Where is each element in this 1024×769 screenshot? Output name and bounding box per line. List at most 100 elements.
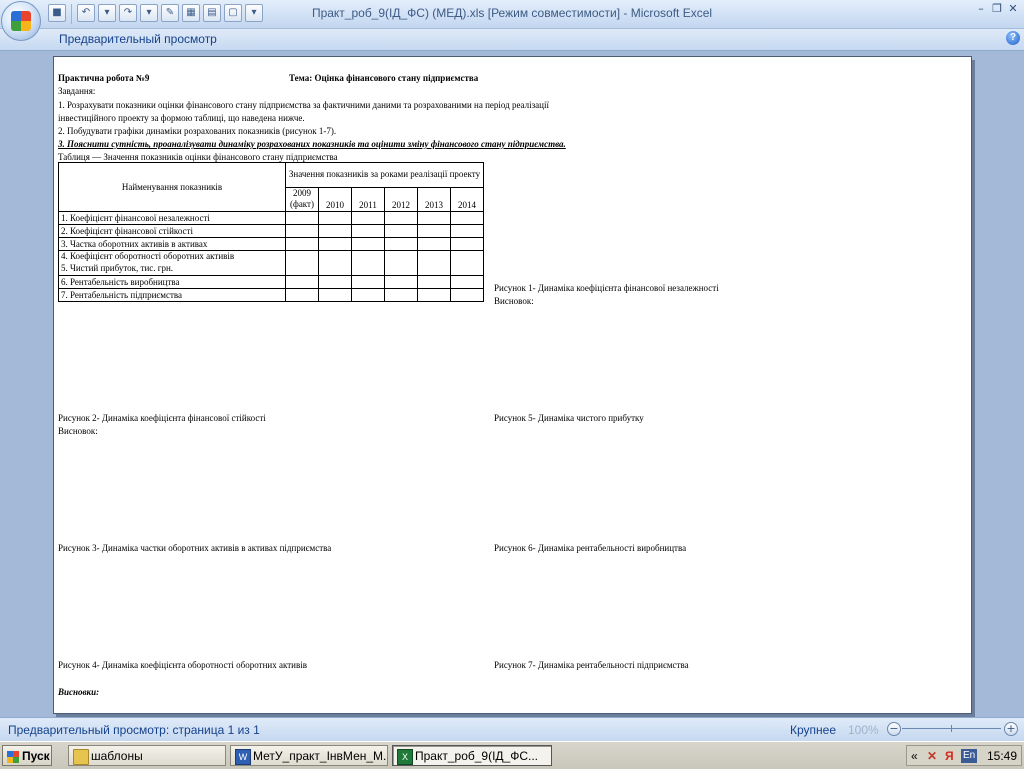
clock: 15:49	[987, 749, 1018, 763]
system-tray: « ✕ Я En 15:49	[906, 745, 1022, 766]
row-label: 6. Рентабельність виробництва	[58, 275, 286, 289]
figure-3-caption: Рисунок 3- Динаміка частки оборотних акт…	[58, 543, 332, 553]
zoom-slider[interactable]	[902, 725, 1001, 732]
zoom-slider-tick	[951, 725, 952, 732]
table-row: 3. Частка оборотних активів в активах	[58, 237, 484, 251]
row-label: 7. Рентабельність підприємства	[58, 288, 286, 302]
figure-7-caption: Рисунок 7- Динаміка рентабельності підпр…	[494, 660, 689, 670]
work-topic: Тема: Оцінка фінансового стану підприємс…	[289, 73, 479, 83]
row-label-combined: 4. Коефіцієнт оборотності оборотних акти…	[58, 250, 286, 276]
value-cell	[351, 288, 385, 302]
zoom-out-icon[interactable]: −	[887, 722, 901, 736]
value-cell	[384, 224, 418, 238]
minimize-icon[interactable]: –	[974, 2, 988, 16]
status-text: Предварительный просмотр: страница 1 из …	[8, 723, 260, 737]
value-cell	[351, 275, 385, 289]
value-cell	[450, 288, 484, 302]
window-title: Практ_роб_9(ІД_ФС) (МЕД).xls [Режим совм…	[311, 6, 713, 20]
row-label: 4. Коефіцієнт оборотності оборотних акти…	[61, 251, 235, 261]
value-cell	[351, 237, 385, 251]
value-cell	[351, 224, 385, 238]
taskbar-button-excel[interactable]: X Практ_роб_9(ІД_ФС...	[392, 745, 552, 766]
value-cell	[285, 211, 319, 225]
task-1-line-2: інвестиційного проекту за формою таблиці…	[58, 113, 305, 123]
value-cell	[450, 211, 484, 225]
value-cell	[318, 224, 352, 238]
year-cell: 2010	[318, 186, 352, 212]
value-cell	[417, 224, 451, 238]
windows-flag-icon	[7, 750, 19, 763]
figure-4-caption: Рисунок 4- Динаміка коефіцієнта оборотно…	[58, 660, 307, 670]
value-cell	[384, 275, 418, 289]
preview-page[interactable]: Практична робота №9 Тема: Оцінка фінансо…	[53, 56, 972, 714]
restore-icon[interactable]: ❐	[990, 2, 1004, 16]
start-button[interactable]: Пуск	[2, 745, 52, 766]
figure-2-conclusion: Висновок:	[58, 426, 98, 436]
help-icon[interactable]: ?	[1006, 31, 1020, 45]
value-cell	[351, 250, 385, 276]
close-icon[interactable]: ✕	[1006, 2, 1020, 16]
taskbar-button-folder[interactable]: шаблоны	[68, 745, 226, 766]
table-caption: Таблиця — Значення показників оцінки фін…	[58, 152, 338, 162]
value-cell	[384, 250, 418, 276]
values-header-cell: Значення показників за роками реалізації…	[285, 162, 484, 188]
table-header-row: Найменування показників Значення показни…	[58, 162, 484, 212]
zoom-label[interactable]: Крупнее	[790, 723, 836, 737]
taskbar-button-word[interactable]: W МетУ_практ_ІнвМен_М...	[230, 745, 388, 766]
table-row: 1. Коефіцієнт фінансової незалежності	[58, 211, 484, 225]
value-cell	[318, 237, 352, 251]
ribbon-bar: Предварительный просмотр ?	[0, 29, 1024, 51]
excel-doc-icon: X	[397, 749, 413, 765]
figure-6-caption: Рисунок 6- Динаміка рентабельності вироб…	[494, 543, 687, 553]
zoom-value: 100%	[848, 723, 879, 737]
value-cell	[318, 275, 352, 289]
value-cell	[285, 224, 319, 238]
taskbar-button-label: Практ_роб_9(ІД_ФС...	[415, 749, 539, 763]
year-cell: 2012	[384, 186, 418, 212]
work-title: Практична робота №9	[58, 73, 150, 83]
table-row: 2. Коефіцієнт фінансової стійкості	[58, 224, 484, 238]
tab-print-preview[interactable]: Предварительный просмотр	[59, 32, 217, 46]
value-cell	[318, 211, 352, 225]
value-cell	[285, 288, 319, 302]
row-label: 2. Коефіцієнт фінансової стійкості	[58, 224, 286, 238]
value-cell	[285, 237, 319, 251]
value-cell	[417, 250, 451, 276]
tray-app-icon[interactable]: ✕	[927, 746, 937, 766]
value-cell	[450, 250, 484, 276]
office-button[interactable]	[1, 1, 41, 41]
tray-expand-icon[interactable]: «	[911, 746, 918, 766]
row-label: 3. Частка оборотних активів в активах	[58, 237, 286, 251]
yandex-icon[interactable]: Я	[945, 746, 954, 766]
value-cell	[417, 288, 451, 302]
task-heading: Завдання:	[58, 86, 96, 96]
table-row: 7. Рентабельність підприємства	[58, 288, 484, 302]
task-1-line-1: 1. Розрахувати показники оцінки фінансов…	[58, 100, 549, 110]
value-cell	[351, 211, 385, 225]
start-label: Пуск	[22, 749, 50, 763]
table-row: 6. Рентабельність виробництва	[58, 275, 484, 289]
indicators-table: Найменування показників Значення показни…	[58, 162, 484, 302]
table-row: 4. Коефіцієнт оборотності оборотних акти…	[58, 250, 484, 276]
year-cell: 2011	[351, 186, 385, 212]
zoom-in-icon[interactable]: +	[1004, 722, 1018, 736]
value-cell	[384, 288, 418, 302]
value-cell	[450, 224, 484, 238]
row-label: 5. Чистий прибуток, тис. грн.	[61, 263, 174, 273]
status-bar: Предварительный просмотр: страница 1 из …	[0, 717, 1024, 741]
value-cell	[417, 275, 451, 289]
value-cell	[285, 275, 319, 289]
figure-2-caption: Рисунок 2- Динаміка коефіцієнта фінансов…	[58, 413, 266, 423]
language-indicator[interactable]: En	[961, 749, 978, 763]
window-controls: – ❐ ✕	[974, 2, 1020, 16]
final-conclusions: Висновки:	[58, 687, 100, 697]
name-header-cell: Найменування показників	[58, 162, 286, 212]
task-3: 3. Пояснити сутність, проаналізувати дин…	[58, 139, 566, 149]
value-cell	[417, 211, 451, 225]
year-cell: 2013	[417, 186, 451, 212]
value-cell	[384, 211, 418, 225]
word-doc-icon: W	[235, 749, 251, 765]
figure-5-caption: Рисунок 5- Динаміка чистого прибутку	[494, 413, 644, 423]
value-cell	[384, 237, 418, 251]
taskbar-button-label: МетУ_практ_ІнвМен_М...	[253, 749, 388, 763]
